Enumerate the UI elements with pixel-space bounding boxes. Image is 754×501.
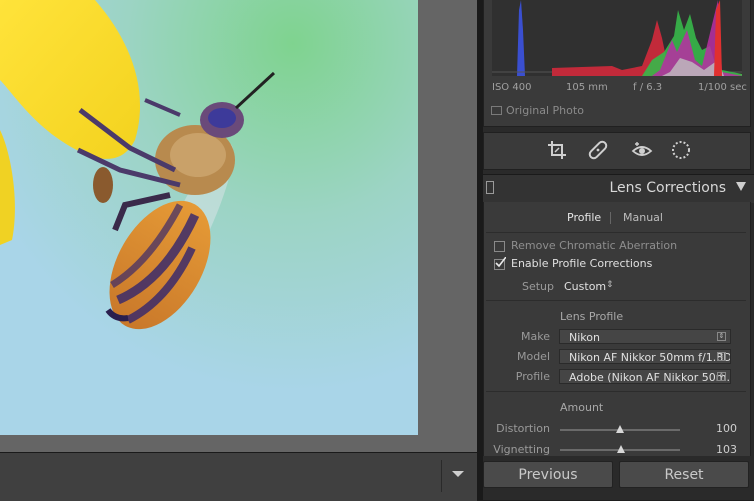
divider [486,300,746,301]
lens-corrections-title: Lens Corrections [609,180,726,196]
toolbar-menu-triangle-icon[interactable] [450,466,466,482]
model-label: Model [516,350,550,363]
tab-manual[interactable]: Manual [623,211,663,224]
divider [486,232,746,233]
remove-chromatic-aberration-label: Remove Chromatic Aberration [511,239,678,252]
distortion-slider-thumb[interactable] [616,425,624,433]
vignetting-label: Vignetting [493,443,550,456]
lens-profile-title: Lens Profile [560,310,624,323]
amount-title: Amount [560,401,604,414]
setup-label: Setup [521,280,554,293]
profile-label: Profile [515,370,550,383]
focal-length-readout: 105 mm [566,82,608,93]
original-photo-checkbox[interactable] [491,106,502,115]
model-dropdown-arrow-icon[interactable]: ⇕ [717,352,726,361]
distortion-label: Distortion [496,422,550,435]
model-dropdown[interactable]: Nikon AF Nikkor 50mm f/1.8D ⇕ [559,349,731,364]
tab-profile[interactable]: Profile [567,211,601,224]
enable-profile-corrections-label: Enable Profile Corrections [511,257,653,270]
make-value: Nikon [569,331,600,344]
make-dropdown-arrow-icon[interactable]: ⇕ [717,332,726,341]
photo-bee-on-flower[interactable] [0,0,418,435]
setup-dropdown[interactable]: Custom [564,280,606,293]
profile-dropdown[interactable]: Adobe (Nikon AF Nikkor 50m... ⇕ [559,369,731,384]
divider [486,391,746,392]
iso-readout: ISO 400 [492,82,532,93]
model-value: Nikon AF Nikkor 50mm f/1.8D [569,351,731,364]
filmstrip-toolbar [0,452,477,501]
original-photo-label: Original Photo [506,104,584,117]
enable-profile-corrections-checkbox[interactable] [494,257,506,270]
setup-dropdown-arrow-icon[interactable]: ⇕ [606,280,614,290]
tab-divider [610,212,611,224]
masking-tool-icon[interactable] [670,139,692,161]
histogram-chart [492,0,742,76]
collapse-triangle-icon[interactable] [736,182,746,191]
aperture-readout: f / 6.3 [633,82,663,93]
shutter-readout: 1/100 sec [698,82,747,93]
reset-button[interactable]: Reset [619,461,749,488]
vignetting-value[interactable]: 103 [716,443,737,456]
previous-button[interactable]: Previous [483,461,613,488]
tool-strip [483,132,751,170]
toolbar-divider [441,460,442,492]
profile-value: Adobe (Nikon AF Nikkor 50m... [569,371,731,384]
profile-dropdown-arrow-icon[interactable]: ⇕ [717,372,726,381]
crop-tool-icon[interactable] [546,139,568,161]
vignetting-slider-thumb[interactable] [617,445,625,453]
make-dropdown[interactable]: Nikon ⇕ [559,329,731,344]
panel-switch-icon[interactable] [486,181,494,194]
healing-tool-icon[interactable] [587,139,609,161]
distortion-value[interactable]: 100 [716,422,737,435]
remove-chromatic-aberration-checkbox[interactable] [494,241,505,252]
make-label: Make [521,330,550,343]
red-eye-tool-icon[interactable] [631,139,653,161]
